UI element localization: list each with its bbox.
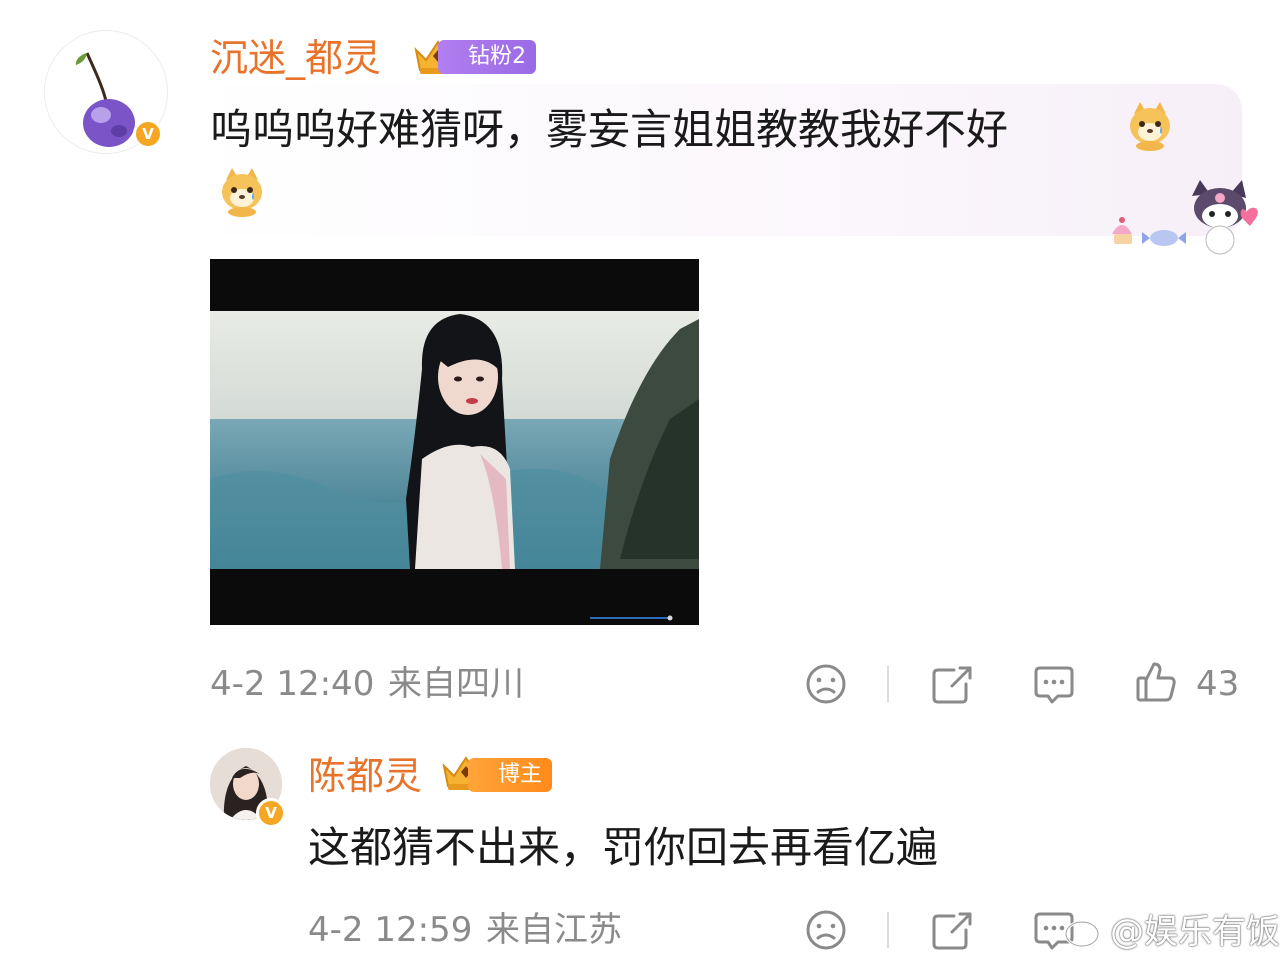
verified-badge-icon: V: [133, 119, 163, 149]
crying-dog-emoji-icon: [222, 168, 262, 217]
host-badge: 博主: [468, 758, 553, 792]
reply-text: 这都猜不出来，罚你回去再看亿遍: [308, 823, 939, 872]
reply-username[interactable]: 陈都灵: [308, 754, 422, 798]
comment-username[interactable]: 沉迷_都灵: [210, 36, 381, 80]
comment-text: 呜呜呜好难猜呀，雾妄言姐姐教教我好不好: [210, 105, 1009, 154]
thumbs-up-icon[interactable]: [1134, 660, 1178, 704]
comment-timestamp: 4-2 12:40: [210, 664, 375, 704]
sad-face-icon[interactable]: [804, 662, 848, 706]
verified-badge-icon: V: [256, 798, 286, 828]
divider: [887, 666, 889, 702]
kuromi-sticker-icon: [1112, 180, 1258, 255]
comment-icon[interactable]: [1032, 662, 1076, 706]
share-icon[interactable]: [930, 662, 974, 706]
share-icon[interactable]: [930, 908, 974, 952]
crying-dog-emoji-icon: [1130, 102, 1170, 151]
divider: [887, 912, 889, 948]
user-avatar[interactable]: V: [44, 30, 168, 154]
movie-still-image: [210, 259, 699, 625]
watermark-text: @娱乐有饭: [1110, 912, 1280, 952]
weibo-logo-icon: [1064, 914, 1106, 948]
like-count: 43: [1196, 664, 1240, 704]
comment-image[interactable]: [210, 259, 699, 625]
fan-level-badge[interactable]: 钻粉2: [438, 40, 536, 74]
sad-face-icon[interactable]: [804, 908, 848, 952]
comment-location: 来自四川: [388, 664, 524, 704]
reply-location: 来自江苏: [486, 910, 622, 950]
reply-timestamp: 4-2 12:59: [308, 910, 473, 950]
